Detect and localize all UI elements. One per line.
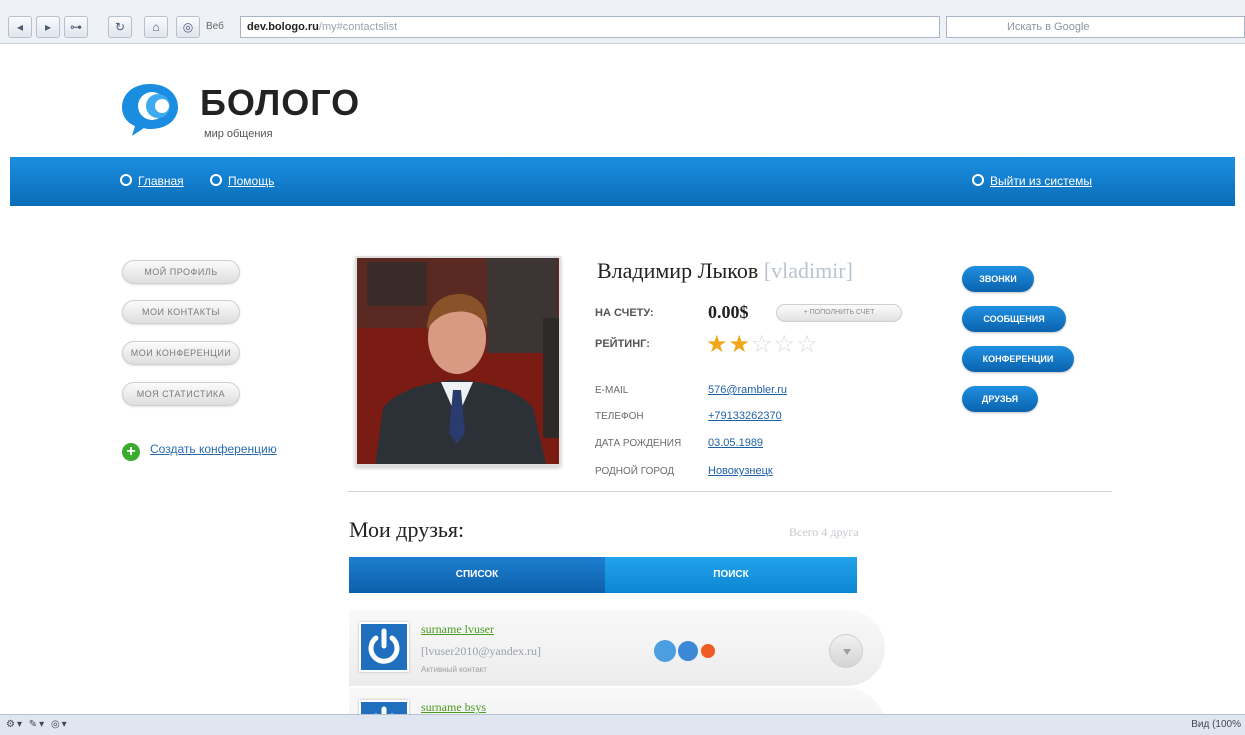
friend-email: [lvuser2010@yandex.ru] [421,644,542,658]
url-host: dev.bologo.ru [247,21,319,33]
city-label: РОДНОЙ ГОРОД [595,466,675,477]
avatar [359,622,409,672]
message-icon[interactable] [678,641,698,661]
balance-value: 0.00$ [708,302,749,322]
tab-search[interactable]: ПОИСК [605,557,857,593]
zoom-level[interactable]: Вид (100% [1191,715,1241,735]
friend-name[interactable]: surname bsys [421,700,486,715]
nav-home[interactable]: Главная [120,174,184,188]
phone-icon[interactable] [654,640,676,662]
brand-title: БОЛОГО [200,82,361,123]
add-icon[interactable] [701,644,715,658]
profile-name-line: Владимир Лыков [vladimir] [597,258,853,284]
conferences-button[interactable]: КОНФЕРЕНЦИИ [962,346,1074,372]
history-icon[interactable]: ⊶ [64,16,88,38]
globe-icon[interactable]: ◎ [176,16,200,38]
balance-label: НА СЧЕТУ: [595,307,654,319]
topup-button[interactable]: + ПОПОЛНИТЬ СЧЕТ [776,304,902,322]
status-tools-icon[interactable]: ⚙▾ ✎▾ ◎▾ [6,715,69,735]
chevron-down-icon [843,649,851,655]
phone-value[interactable]: +79133262370 [708,410,782,422]
menu-my-contacts[interactable]: МОИ КОНТАКТЫ [122,300,240,324]
birth-value[interactable]: 03.05.1989 [708,437,763,449]
star-empty-icon[interactable]: ☆ [774,331,797,358]
friends-count: Всего 4 друга [789,525,859,539]
messages-button[interactable]: СООБЩЕНИЯ [962,306,1066,332]
expand-button[interactable] [829,634,863,668]
nav-logout[interactable]: Выйти из системы [972,174,1092,188]
star-filled-icon[interactable]: ★ [706,331,729,358]
home-icon[interactable]: ⌂ [144,16,168,38]
nav-logout-label: Выйти из системы [990,174,1093,188]
brand-subtitle: мир общения [204,128,273,140]
birth-label: ДАТА РОЖДЕНИЯ [595,438,682,449]
page-tag: Веб [206,21,224,32]
menu-my-profile[interactable]: МОЙ ПРОФИЛЬ [122,260,240,284]
tab-list[interactable]: СПИСОК [349,557,605,593]
section-divider [348,491,1112,492]
star-empty-icon[interactable]: ☆ [796,331,819,358]
browser-status-bar: ⚙▾ ✎▾ ◎▾ Вид (100% [0,714,1245,735]
profile-photo [355,256,561,466]
friends-title: Мои друзья: [349,517,465,542]
main-navbar: Главная Помощь Выйти из системы [10,157,1235,206]
url-path: /my#contactslist [318,21,398,33]
rating-label: РЕЙТИНГ: [595,338,650,350]
logo-icon [118,78,190,138]
menu-my-conferences[interactable]: МОИ КОНФЕРЕНЦИИ [122,341,240,365]
friend-row[interactable]: surname lvuser [lvuser2010@yandex.ru] Ак… [349,610,885,686]
create-conference-label: Создать конференцию [150,442,277,456]
friend-status: Активный контакт [421,665,487,674]
star-filled-icon[interactable]: ★ [729,331,752,358]
forward-icon[interactable]: ▸ [36,16,60,38]
nav-help-label: Помощь [228,174,275,188]
home-nav-icon [120,174,132,186]
friends-button[interactable]: ДРУЗЬЯ [962,386,1038,412]
search-input[interactable]: Искать в Google [946,16,1245,38]
email-label: E-MAIL [595,385,629,396]
star-empty-icon[interactable]: ☆ [751,331,774,358]
phone-label: ТЕЛЕФОН [595,411,644,422]
nav-help[interactable]: Помощь [210,174,274,188]
back-icon[interactable]: ◂ [8,16,32,38]
profile-login: [vladimir] [763,258,853,283]
nav-home-label: Главная [138,174,184,188]
create-conference-link[interactable]: + Создать конференцию [122,442,277,461]
friend-name[interactable]: surname lvuser [421,622,494,637]
rating-stars: ★★☆☆☆ [706,330,819,359]
address-bar[interactable]: dev.bologo.ru/my#contactslist [240,16,940,38]
plus-icon: + [122,443,140,461]
browser-toolbar: ◂ ▸ ⊶ ↻ ⌂ ◎ Веб dev.bologo.ru/my#contact… [0,0,1245,44]
menu-my-statistics[interactable]: МОЯ СТАТИСТИКА [122,382,240,406]
calls-button[interactable]: ЗВОНКИ [962,266,1034,292]
logout-icon [972,174,984,186]
email-value[interactable]: 576@rambler.ru [708,384,787,396]
profile-name: Владимир Лыков [597,258,759,283]
help-icon [210,174,222,186]
city-value[interactable]: Новокузнецк [708,465,773,477]
reload-icon[interactable]: ↻ [108,16,132,38]
